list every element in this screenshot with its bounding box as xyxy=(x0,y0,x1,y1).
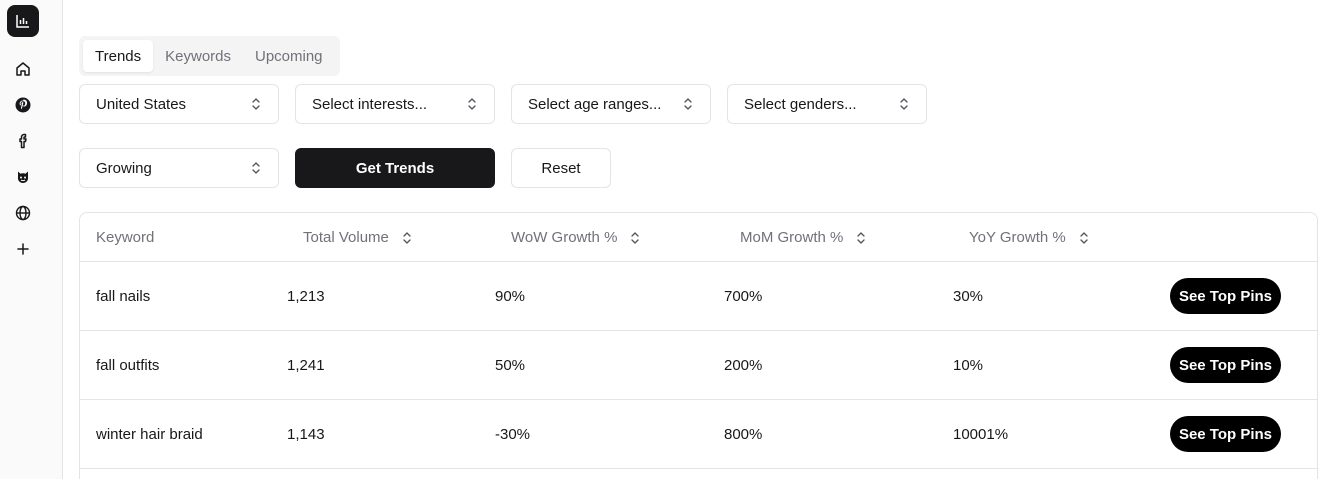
column-header-label: WoW Growth % xyxy=(511,229,618,246)
facebook-icon xyxy=(19,133,27,149)
volume-cell: 1,143 xyxy=(287,425,325,443)
get-trends-button[interactable]: Get Trends xyxy=(295,148,495,188)
mom-cell: 200% xyxy=(724,356,763,374)
volume-cell: 1,241 xyxy=(287,356,325,374)
globe-icon xyxy=(15,205,31,221)
column-header-keyword: Keyword xyxy=(96,213,154,262)
sidebar-item-globe[interactable] xyxy=(13,203,33,223)
mom-cell: 700% xyxy=(724,287,763,305)
see-top-pins-button[interactable]: See Top Pins xyxy=(1170,416,1281,452)
home-icon xyxy=(16,62,30,76)
see-top-pins-button[interactable]: See Top Pins xyxy=(1170,278,1281,314)
sort-icon[interactable] xyxy=(401,230,413,246)
column-header-yoy-growth: YoY Growth % xyxy=(969,213,1090,262)
sidebar-item-pinterest[interactable] xyxy=(13,95,33,115)
chevrons-up-down-icon xyxy=(250,160,262,176)
tab-keywords[interactable]: Keywords xyxy=(153,40,243,72)
interests-select[interactable]: Select interests... xyxy=(295,84,495,124)
mom-cell: 800% xyxy=(724,425,763,443)
keyword-cell: winter hair braid xyxy=(96,425,203,443)
yoy-cell: 10001% xyxy=(953,425,1009,443)
tab-trends[interactable]: Trends xyxy=(83,40,154,72)
chevrons-up-down-icon xyxy=(466,96,478,112)
sidebar-item-reddit[interactable] xyxy=(13,167,33,187)
trend-type-select[interactable]: Growing xyxy=(79,148,279,188)
sort-icon[interactable] xyxy=(1078,230,1090,246)
genders-select[interactable]: Select genders... xyxy=(727,84,927,124)
bar-chart-icon xyxy=(16,15,29,28)
country-select[interactable]: United States xyxy=(79,84,279,124)
see-top-pins-button[interactable]: See Top Pins xyxy=(1170,347,1281,383)
column-header-label: Keyword xyxy=(96,229,155,246)
yoy-cell: 30% xyxy=(953,287,984,305)
chevrons-up-down-icon xyxy=(898,96,910,112)
table-header: Keyword Total Volume WoW Growth % MoM Gr… xyxy=(80,213,1317,262)
app-logo[interactable] xyxy=(7,5,39,37)
keyword-cell: fall outfits xyxy=(96,356,160,374)
sidebar xyxy=(0,0,63,479)
wow-cell: 50% xyxy=(495,356,526,374)
table-row: winter hair braid 1,143 -30% 800% 10001%… xyxy=(80,400,1317,469)
column-header-wow-growth: WoW Growth % xyxy=(511,213,641,262)
plus-icon xyxy=(17,243,29,255)
yoy-cell: 10% xyxy=(953,356,984,374)
pinterest-icon xyxy=(15,97,31,113)
trends-table: Keyword Total Volume WoW Growth % MoM Gr… xyxy=(79,212,1318,479)
keyword-cell: fall nails xyxy=(96,287,151,305)
age-ranges-select[interactable]: Select age ranges... xyxy=(511,84,711,124)
chevrons-up-down-icon xyxy=(682,96,694,112)
tab-upcoming[interactable]: Upcoming xyxy=(243,40,335,72)
reset-button[interactable]: Reset xyxy=(511,148,611,188)
sort-icon[interactable] xyxy=(855,230,867,246)
volume-cell: 1,213 xyxy=(287,287,325,305)
view-tabs: Trends Keywords Upcoming xyxy=(79,36,340,76)
table-row: fall outfits 1,241 50% 200% 10% See Top … xyxy=(80,331,1317,400)
table-row: fall nails 1,213 90% 700% 30% See Top Pi… xyxy=(80,262,1317,331)
interests-select-placeholder: Select interests... xyxy=(312,95,428,113)
chevrons-up-down-icon xyxy=(250,96,262,112)
column-header-label: YoY Growth % xyxy=(969,229,1066,246)
country-select-value: United States xyxy=(96,95,187,113)
age-ranges-select-placeholder: Select age ranges... xyxy=(528,95,662,113)
reddit-icon xyxy=(17,171,29,184)
column-header-label: MoM Growth % xyxy=(740,229,844,246)
sidebar-item-add[interactable] xyxy=(13,239,33,259)
column-header-mom-growth: MoM Growth % xyxy=(740,213,867,262)
column-header-label: Total Volume xyxy=(303,229,389,246)
genders-select-placeholder: Select genders... xyxy=(744,95,857,113)
sidebar-item-home[interactable] xyxy=(13,59,33,79)
sort-icon[interactable] xyxy=(629,230,641,246)
wow-cell: 90% xyxy=(495,287,526,305)
column-header-total-volume: Total Volume xyxy=(303,213,413,262)
trend-type-select-value: Growing xyxy=(96,159,152,177)
wow-cell: -30% xyxy=(495,425,531,443)
sidebar-item-facebook[interactable] xyxy=(13,131,33,151)
